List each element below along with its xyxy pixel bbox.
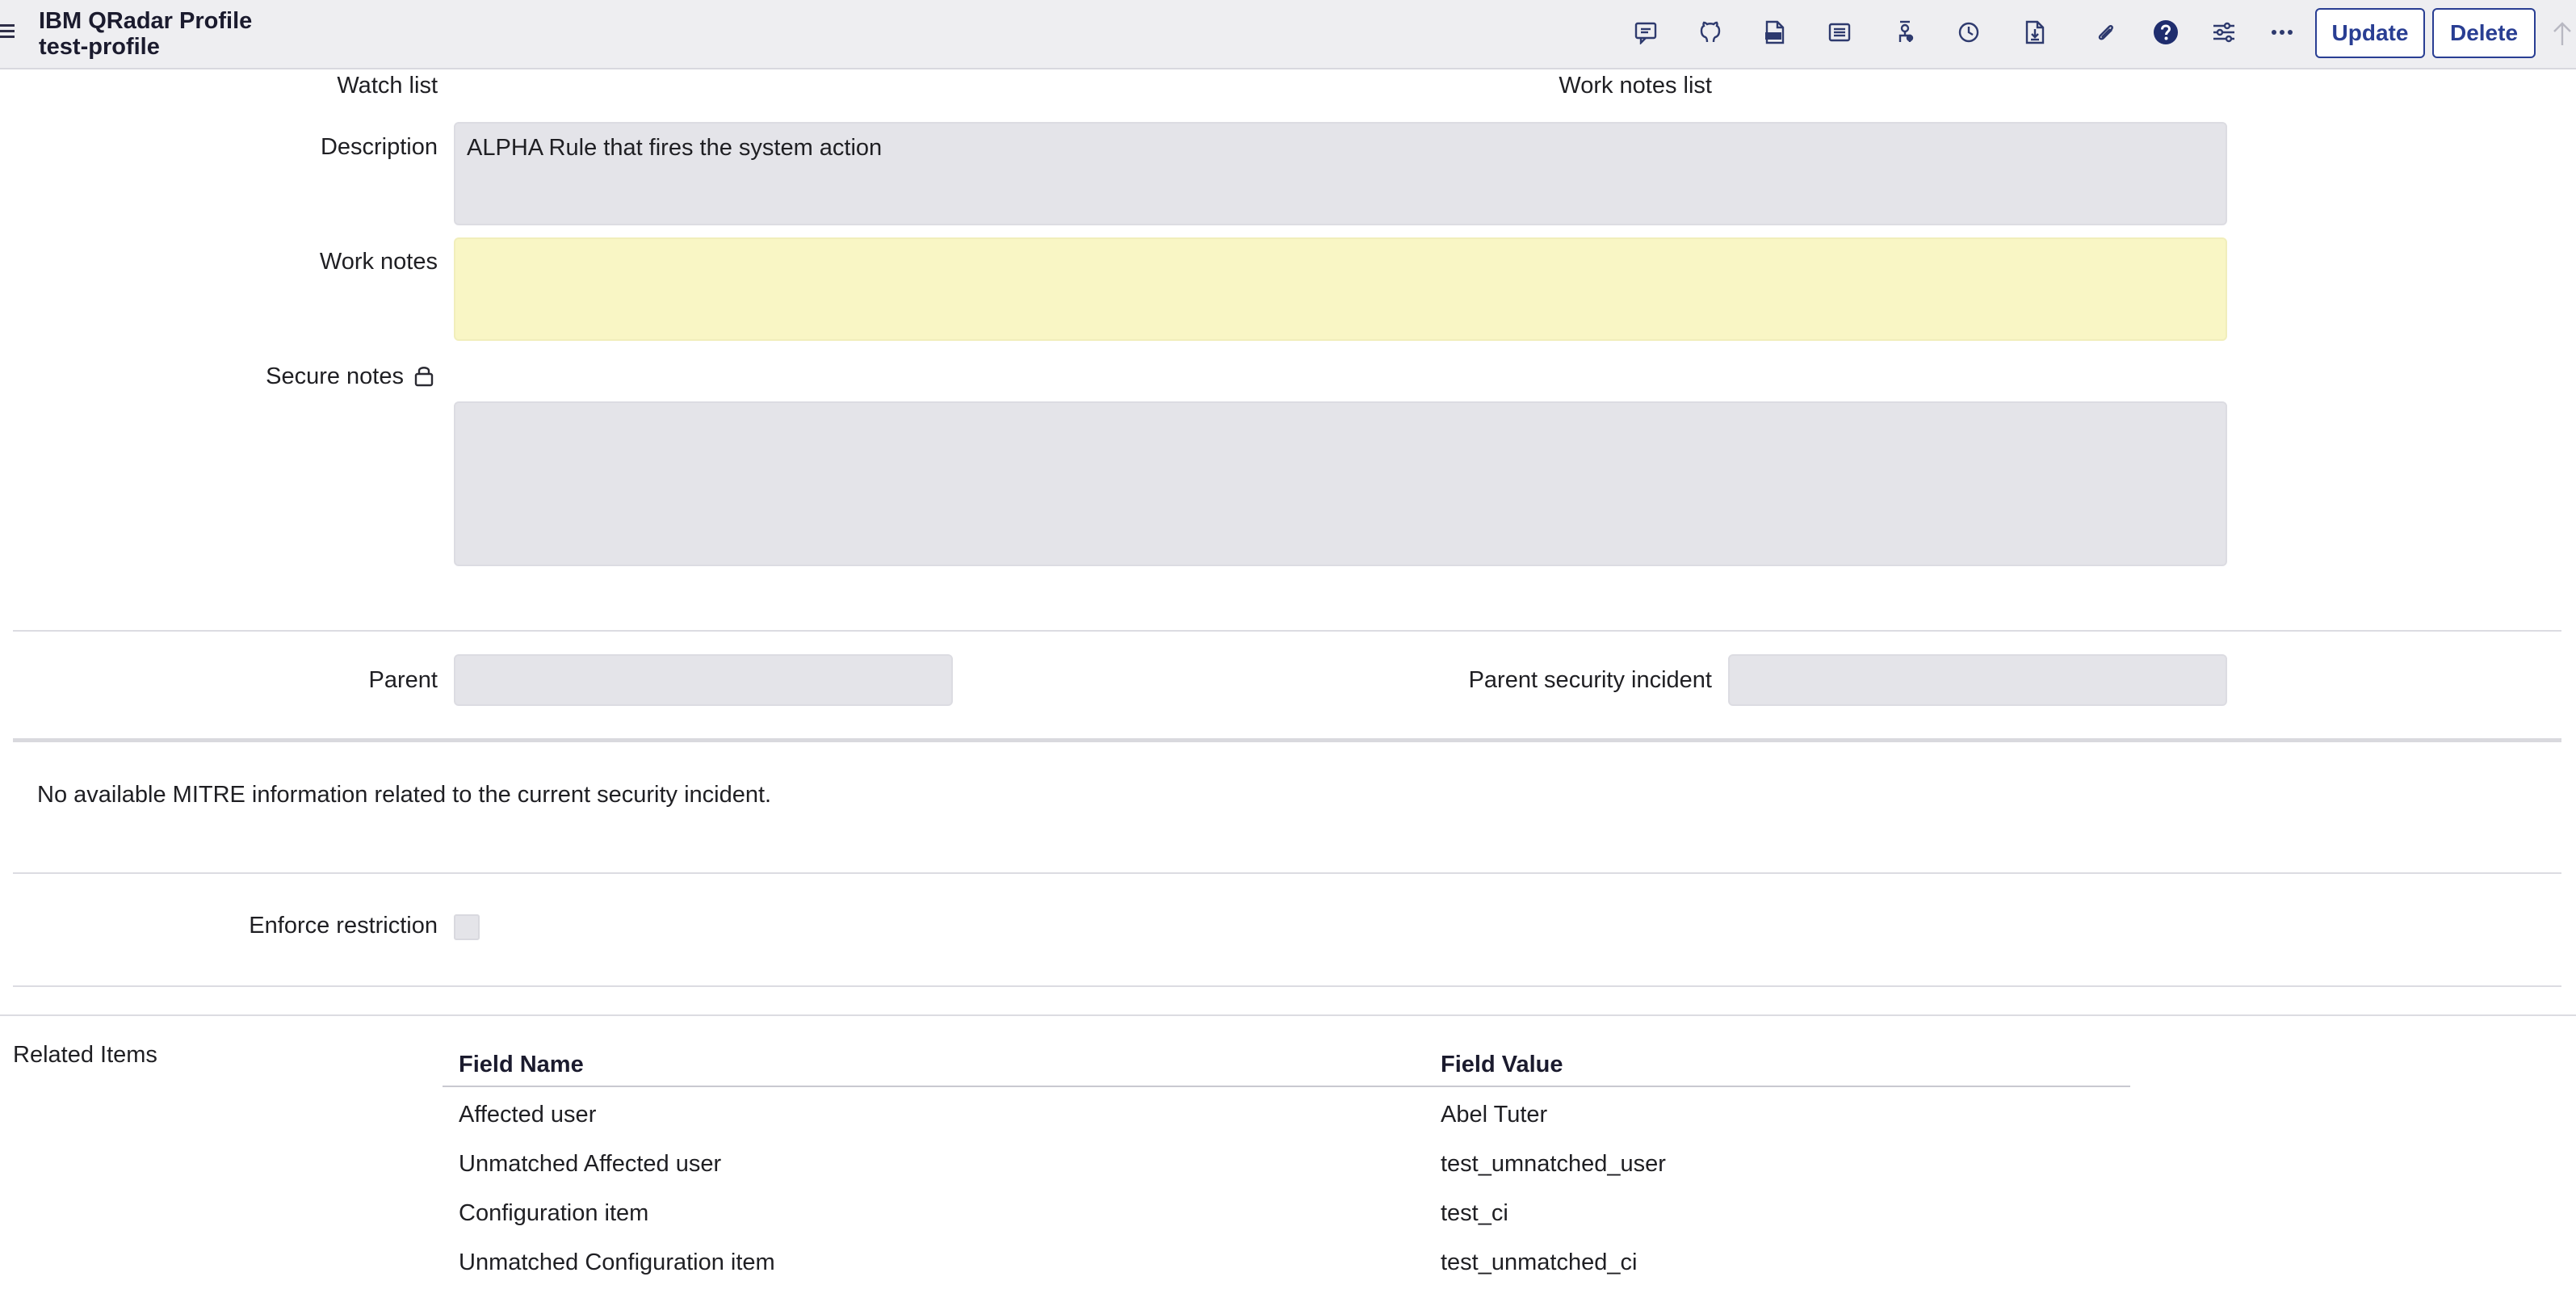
field-value-cell: test_umnatched_user: [1441, 1151, 1666, 1177]
pdf-icon[interactable]: [1759, 16, 1791, 48]
secure-notes-field[interactable]: [454, 401, 2227, 566]
menu-icon[interactable]: [0, 24, 18, 42]
column-header-field-name: Field Name: [459, 1052, 584, 1077]
parent-security-incident-label: Parent security incident: [1468, 667, 1712, 693]
enforce-restriction-checkbox[interactable]: [454, 914, 480, 940]
workflow-icon[interactable]: [1890, 16, 1922, 48]
delete-button[interactable]: Delete: [2432, 8, 2536, 58]
section-divider: [13, 630, 2561, 632]
work-notes-field[interactable]: [454, 237, 2227, 341]
section-divider: [13, 738, 2561, 742]
record-name: test-profile: [39, 34, 160, 60]
comment-icon[interactable]: [1630, 16, 1662, 48]
table-header: Field Name Field Value: [443, 1047, 2130, 1087]
related-items-table: Field Name Field Value Affected user Abe…: [443, 1047, 2130, 1284]
table-row: Unmatched Affected user test_umnatched_u…: [443, 1136, 2130, 1186]
github-icon[interactable]: [1694, 16, 1726, 48]
history-icon[interactable]: [1953, 16, 1985, 48]
description-label: Description: [320, 134, 438, 160]
field-name-cell: Affected user: [459, 1102, 597, 1128]
field-value-cell: test_unmatched_ci: [1441, 1250, 1638, 1275]
table-row: Configuration item test_ci: [443, 1186, 2130, 1235]
field-value-cell: Abel Tuter: [1441, 1102, 1548, 1128]
update-button[interactable]: Update: [2315, 8, 2425, 58]
field-value-cell: test_ci: [1441, 1200, 1508, 1226]
page-title: IBM QRadar Profile: [39, 8, 253, 34]
form-header: IBM QRadar Profile test-profile Update D…: [0, 0, 2576, 69]
settings-sliders-icon[interactable]: [2208, 16, 2240, 48]
table-row: Affected user Abel Tuter: [443, 1087, 2130, 1136]
paperclip-icon[interactable]: [2090, 16, 2122, 48]
description-field[interactable]: ALPHA Rule that fires the system action: [454, 122, 2227, 225]
more-icon[interactable]: [2266, 16, 2298, 48]
list-icon[interactable]: [1823, 16, 1856, 48]
parent-label: Parent: [368, 667, 438, 693]
lock-icon: [413, 363, 438, 389]
field-name-cell: Unmatched Affected user: [459, 1151, 722, 1177]
mitre-info-message: No available MITRE information related t…: [37, 782, 772, 808]
field-name-cell: Unmatched Configuration item: [459, 1250, 775, 1275]
help-icon[interactable]: [2150, 16, 2182, 48]
record-title-block: IBM QRadar Profile test-profile: [39, 8, 252, 60]
parent-security-incident-field[interactable]: [1728, 654, 2227, 706]
parent-field[interactable]: [454, 654, 953, 706]
related-items-title: Related Items: [13, 1042, 157, 1068]
watch-list-label: Watch list: [337, 73, 438, 99]
secure-notes-label: Secure notes: [266, 363, 404, 389]
section-divider: [0, 1014, 2576, 1016]
section-divider: [13, 985, 2561, 987]
field-name-cell: Configuration item: [459, 1200, 649, 1226]
work-notes-label: Work notes: [319, 249, 438, 275]
enforce-restriction-label: Enforce restriction: [249, 913, 438, 939]
work-notes-list-label: Work notes list: [1559, 73, 1712, 99]
column-header-field-value: Field Value: [1441, 1052, 1563, 1077]
scroll-to-top-icon[interactable]: [2550, 19, 2574, 48]
section-divider: [13, 872, 2561, 874]
table-row: Unmatched Configuration item test_unmatc…: [443, 1235, 2130, 1284]
document-download-icon[interactable]: [2019, 16, 2051, 48]
